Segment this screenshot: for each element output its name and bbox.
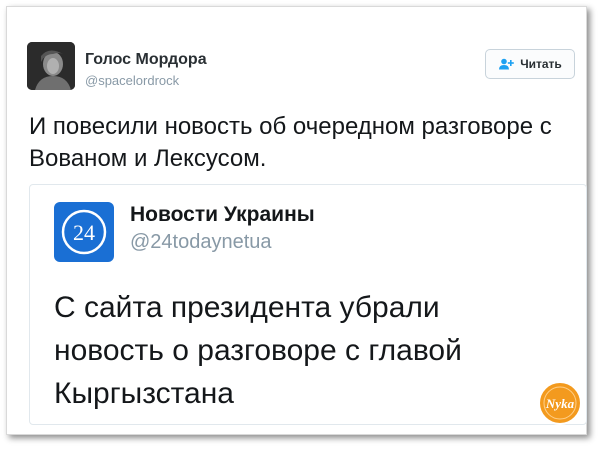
svg-text:Nyka: Nyka xyxy=(545,396,575,411)
quoted-text: С сайта президента убрали новость о разг… xyxy=(54,291,462,410)
watermark-logo-icon: Nyka xyxy=(537,380,583,426)
avatar-image xyxy=(27,42,75,90)
follow-button[interactable]: Читать xyxy=(485,49,575,79)
tweet-card: Голос Мордора @spacelordrock Читать И по… xyxy=(6,6,587,435)
news-24-logo-icon: 24 xyxy=(54,202,114,262)
author-avatar[interactable] xyxy=(27,42,75,90)
author-handle[interactable]: @spacelordrock xyxy=(85,73,179,88)
author-name[interactable]: Голос Мордора xyxy=(85,51,207,69)
logo-text: 24 xyxy=(73,220,95,245)
quoted-author-name[interactable]: Новости Украины xyxy=(130,203,315,227)
quoted-author-handle[interactable]: @24todaynetua xyxy=(130,231,272,254)
follow-label: Читать xyxy=(520,57,562,71)
add-user-icon xyxy=(498,58,514,70)
tweet-text: И повесили новость об очередном разговор… xyxy=(29,113,552,172)
quoted-tweet[interactable]: 24 Новости Украины @24todaynetua С сайта… xyxy=(29,184,587,425)
